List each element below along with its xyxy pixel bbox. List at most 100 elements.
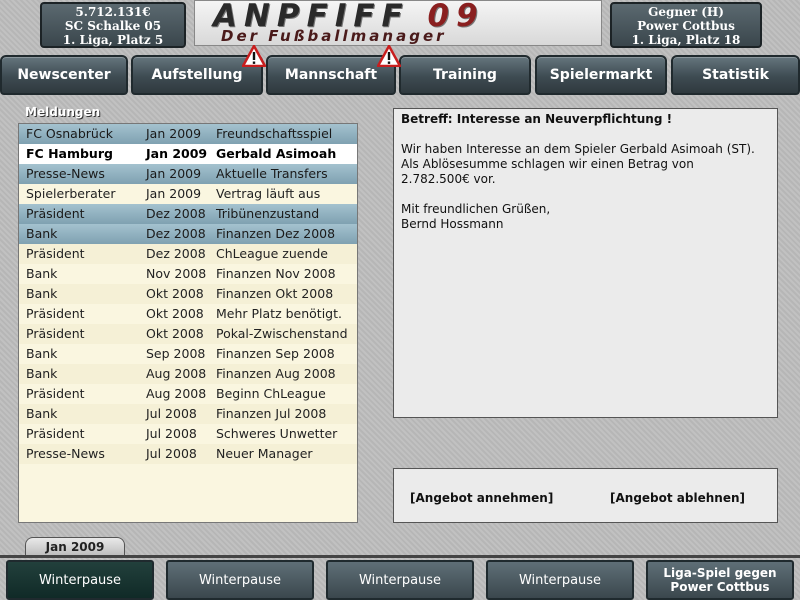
message-sender: Präsident bbox=[26, 246, 85, 261]
club-league-position: 1. Liga, Platz 5 bbox=[62, 33, 164, 47]
opponent-label: Gegner (H) bbox=[648, 5, 724, 19]
message-subject: Finanzen Aug 2008 bbox=[216, 366, 336, 381]
message-subject: Freundschaftsspiel bbox=[216, 126, 333, 141]
tab-statistik[interactable]: Statistik bbox=[671, 55, 800, 95]
message-signature: Bernd Hossmann bbox=[401, 217, 504, 231]
messages-list[interactable]: FC Osnabrück Jan 2009 Freundschaftsspiel FC… bbox=[18, 123, 358, 523]
message-subject: Neuer Manager bbox=[216, 446, 313, 461]
message-row[interactable]: Bank Jul 2008 Finanzen Jul 2008 bbox=[19, 404, 357, 424]
message-date: Dez 2008 bbox=[146, 206, 206, 221]
message-sender: Bank bbox=[26, 346, 58, 361]
message-date: Nov 2008 bbox=[146, 266, 207, 281]
message-sender: Presse-News bbox=[26, 446, 105, 461]
game-logo: ANPFIFF 09 Der Fußballmanager bbox=[194, 0, 602, 46]
message-row[interactable]: Präsident Jul 2008 Schweres Unwetter bbox=[19, 424, 357, 444]
message-sender: Präsident bbox=[26, 326, 85, 341]
current-date-tab: Jan 2009 bbox=[25, 537, 125, 556]
message-row[interactable]: Bank Okt 2008 Finanzen Okt 2008 bbox=[19, 284, 357, 304]
message-row[interactable]: Bank Dez 2008 Finanzen Dez 2008 bbox=[19, 224, 357, 244]
message-subject: Pokal-Zwischenstand bbox=[216, 326, 348, 341]
message-subject: Finanzen Nov 2008 bbox=[216, 266, 336, 281]
message-subject: Finanzen Jul 2008 bbox=[216, 406, 327, 421]
message-date: Jul 2008 bbox=[146, 426, 197, 441]
message-row[interactable]: Presse-News Jan 2009 Aktuelle Transfers bbox=[19, 164, 357, 184]
week-button-3[interactable]: Winterpause bbox=[326, 560, 474, 600]
message-subject: Schweres Unwetter bbox=[216, 426, 338, 441]
logo-subtitle: Der Fußballmanager bbox=[221, 27, 447, 45]
message-body-line: Wir haben Interesse an dem Spieler Gerba… bbox=[401, 142, 755, 156]
message-row[interactable]: FC Osnabrück Jan 2009 Freundschaftsspiel bbox=[19, 124, 357, 144]
message-body: Wir haben Interesse an dem Spieler Gerba… bbox=[401, 142, 770, 187]
message-sender: FC Hamburg bbox=[26, 146, 113, 161]
date-divider bbox=[0, 555, 800, 558]
message-date: Jan 2009 bbox=[146, 126, 202, 141]
message-row[interactable]: Präsident Aug 2008 Beginn ChLeague bbox=[19, 384, 357, 404]
message-date: Jul 2008 bbox=[146, 406, 197, 421]
message-row[interactable]: Präsident Okt 2008 Pokal-Zwischenstand bbox=[19, 324, 357, 344]
message-date: Okt 2008 bbox=[146, 306, 204, 321]
message-body-line: 2.782.500€ vor. bbox=[401, 172, 496, 186]
message-panel: Betreff: Interesse an Neuverpflichtung !… bbox=[393, 108, 778, 418]
club-info-panel: 5.712.131€ SC Schalke 05 1. Liga, Platz … bbox=[40, 2, 186, 48]
message-body-line: Als Ablösesumme schlagen wir einen Betra… bbox=[401, 157, 694, 171]
message-date: Jul 2008 bbox=[146, 446, 197, 461]
message-row[interactable]: Präsident Okt 2008 Mehr Platz benötigt. bbox=[19, 304, 357, 324]
message-subject: Finanzen Sep 2008 bbox=[216, 346, 335, 361]
message-date: Jan 2009 bbox=[146, 166, 202, 181]
warning-icon bbox=[377, 45, 401, 67]
match-button-line: Liga-Spiel gegen bbox=[663, 566, 777, 580]
action-panel: [Angebot annehmen] [Angebot ablehnen] bbox=[393, 468, 778, 523]
warning-icon bbox=[242, 45, 266, 67]
message-subject: Gerbald Asimoah bbox=[216, 146, 337, 161]
message-date: Jan 2009 bbox=[146, 146, 208, 161]
match-button-line: Power Cottbus bbox=[670, 580, 770, 594]
message-row[interactable]: Spielerberater Jan 2009 Vertrag läuft aus bbox=[19, 184, 357, 204]
opponent-league-position: 1. Liga, Platz 18 bbox=[631, 33, 741, 47]
message-date: Dez 2008 bbox=[146, 226, 206, 241]
message-row[interactable]: Präsident Dez 2008 ChLeague zuende bbox=[19, 244, 357, 264]
message-signature-block: Mit freundlichen Grüßen, Bernd Hossmann bbox=[401, 202, 770, 232]
message-row[interactable]: Bank Sep 2008 Finanzen Sep 2008 bbox=[19, 344, 357, 364]
message-subject: ChLeague zuende bbox=[216, 246, 328, 261]
message-sender: Bank bbox=[26, 266, 58, 281]
message-row[interactable]: Presse-News Jul 2008 Neuer Manager bbox=[19, 444, 357, 464]
message-date: Aug 2008 bbox=[146, 386, 207, 401]
message-date: Okt 2008 bbox=[146, 286, 204, 301]
message-subject: Aktuelle Transfers bbox=[216, 166, 328, 181]
club-money: 5.712.131€ bbox=[75, 5, 151, 19]
message-greeting: Mit freundlichen Grüßen, bbox=[401, 202, 551, 216]
message-sender: FC Osnabrück bbox=[26, 126, 113, 141]
tab-training[interactable]: Training bbox=[399, 55, 531, 95]
message-row[interactable]: Bank Aug 2008 Finanzen Aug 2008 bbox=[19, 364, 357, 384]
message-sender: Bank bbox=[26, 226, 58, 241]
message-subject: Finanzen Dez 2008 bbox=[216, 226, 336, 241]
message-date: Jan 2009 bbox=[146, 186, 202, 201]
message-date: Aug 2008 bbox=[146, 366, 207, 381]
message-row[interactable]: Bank Nov 2008 Finanzen Nov 2008 bbox=[19, 264, 357, 284]
accept-offer-button[interactable]: [Angebot annehmen] bbox=[410, 491, 553, 505]
message-sender: Präsident bbox=[26, 306, 85, 321]
match-button[interactable]: Liga-Spiel gegen Power Cottbus bbox=[646, 560, 794, 600]
message-subject: Tribünenzustand bbox=[216, 206, 320, 221]
tab-spielermarkt[interactable]: Spielermarkt bbox=[535, 55, 667, 95]
main-navigation: Newscenter Aufstellung Mannschaft Traini… bbox=[0, 45, 800, 95]
message-subject: Mehr Platz benötigt. bbox=[216, 306, 342, 321]
week-button-2[interactable]: Winterpause bbox=[166, 560, 314, 600]
tab-newscenter[interactable]: Newscenter bbox=[0, 55, 128, 95]
message-subject: Vertrag läuft aus bbox=[216, 186, 321, 201]
message-row[interactable]: FC Hamburg Jan 2009 Gerbald Asimoah bbox=[19, 144, 357, 164]
message-sender: Bank bbox=[26, 406, 58, 421]
decline-offer-button[interactable]: [Angebot ablehnen] bbox=[610, 491, 745, 505]
message-sender: Presse-News bbox=[26, 166, 105, 181]
message-date: Sep 2008 bbox=[146, 346, 206, 361]
club-name: SC Schalke 05 bbox=[64, 19, 162, 33]
message-date: Okt 2008 bbox=[146, 326, 204, 341]
week-button-4[interactable]: Winterpause bbox=[486, 560, 634, 600]
message-subject: Finanzen Okt 2008 bbox=[216, 286, 334, 301]
message-row[interactable]: Präsident Dez 2008 Tribünenzustand bbox=[19, 204, 357, 224]
message-sender: Bank bbox=[26, 286, 58, 301]
message-sender: Präsident bbox=[26, 386, 85, 401]
message-sender: Präsident bbox=[26, 426, 85, 441]
week-button-1[interactable]: Winterpause bbox=[6, 560, 154, 600]
opponent-name: Power Cottbus bbox=[637, 19, 735, 33]
